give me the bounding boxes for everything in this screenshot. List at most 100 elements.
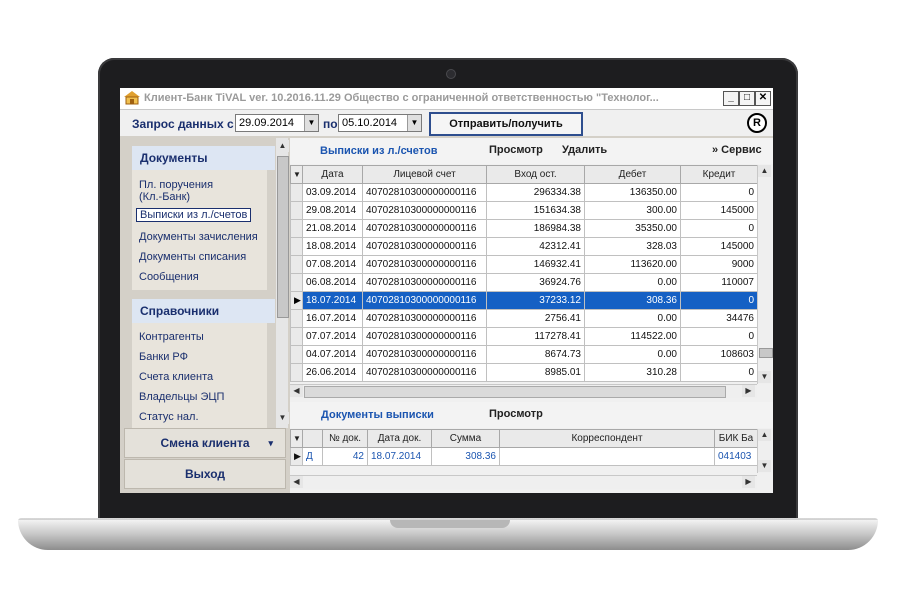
statements-vscrollbar[interactable]: ▲ ▼ <box>757 165 773 384</box>
col-header-doc-date[interactable]: Дата док. <box>367 429 432 448</box>
send-receive-button[interactable]: Отправить/получить <box>429 112 583 136</box>
cell-credit: 108603 <box>680 345 758 364</box>
cell-credit: 9000 <box>680 255 758 274</box>
table-row[interactable]: 29.08.2014 40702810300000000116 151634.38 3… <box>290 201 758 220</box>
table-row[interactable]: 21.08.2014 40702810300000000116 186984.38 3… <box>290 219 758 238</box>
scroll-left-icon[interactable]: ◀ <box>290 476 303 488</box>
date-from-field[interactable]: 29.09.2014 ▼ <box>235 114 319 132</box>
table-row[interactable]: 07.07.2014 40702810300000000116 117278.41 1… <box>290 327 758 346</box>
title-bar: Клиент-Банк TiVAL ver. 10.2016.11.29 Общ… <box>120 88 773 110</box>
table-row[interactable]: 03.09.2014 40702810300000000116 296334.38 1… <box>290 183 758 202</box>
documents-header[interactable]: Документы <box>132 146 275 170</box>
table-row[interactable]: 07.08.2014 40702810300000000116 146932.41 1… <box>290 255 758 274</box>
sidebar-item-statements[interactable]: Выписки из л./счетов <box>136 208 252 222</box>
minimize-button[interactable]: _ <box>723 91 739 106</box>
service-menu-button[interactable]: » Сервис <box>712 144 762 156</box>
docs-vscrollbar[interactable]: ▲ ▼ <box>757 429 772 473</box>
cell-opening-balance: 2756.41 <box>486 309 585 328</box>
change-client-button[interactable]: Смена клиента ▾ <box>124 428 286 458</box>
table-row[interactable]: ▶ Д 42 18.07.2014 308.36 041403 <box>290 447 758 466</box>
scroll-right-icon[interactable]: ▶ <box>742 385 755 397</box>
sidebar-item-signature-owners[interactable]: Владельцы ЭЦП <box>139 391 224 403</box>
col-header-doc-number[interactable]: № док. <box>322 429 368 448</box>
cell-credit: 0 <box>680 363 758 382</box>
cell-account: 40702810300000000116 <box>362 273 487 292</box>
cell-account: 40702810300000000116 <box>362 237 487 256</box>
row-pointer-icon[interactable]: ▶ <box>290 291 303 310</box>
date-from-dropdown-icon[interactable]: ▼ <box>304 115 318 131</box>
statement-docs-view-button[interactable]: Просмотр <box>489 408 543 420</box>
statements-view-button[interactable]: Просмотр <box>489 144 543 156</box>
table-row[interactable]: 04.07.2014 40702810300000000116 8674.73 0.0… <box>290 345 758 364</box>
sidebar-item-contractors[interactable]: Контрагенты <box>139 331 204 343</box>
row-indicator[interactable] <box>290 255 303 274</box>
maximize-button[interactable]: □ <box>739 91 755 106</box>
row-indicator[interactable] <box>290 219 303 238</box>
scroll-right-icon[interactable]: ▶ <box>742 476 755 488</box>
cell-opening-balance: 146932.41 <box>486 255 585 274</box>
scroll-down-icon[interactable]: ▼ <box>276 412 289 424</box>
request-label: Запрос данных с <box>132 117 234 131</box>
table-row[interactable]: 18.08.2014 40702810300000000116 42312.41 32… <box>290 237 758 256</box>
cell-credit: 145000 <box>680 201 758 220</box>
col-header-bik[interactable]: БИК Ба <box>714 429 758 448</box>
scroll-down-icon[interactable]: ▼ <box>758 460 771 472</box>
docs-header-row: ▼ № док. Дата док. Сумма Корреспондент Б… <box>290 429 758 448</box>
scroll-down-icon[interactable]: ▼ <box>758 371 771 383</box>
scroll-up-icon[interactable]: ▲ <box>758 165 771 177</box>
statements-delete-button[interactable]: Удалить <box>562 144 607 156</box>
scroll-up-icon[interactable]: ▲ <box>276 140 289 152</box>
cell-credit: 0 <box>680 219 758 238</box>
cell-opening-balance: 151634.38 <box>486 201 585 220</box>
row-indicator[interactable] <box>290 309 303 328</box>
close-button[interactable]: ✕ <box>755 91 771 106</box>
col-header-credit[interactable]: Кредит <box>680 165 758 184</box>
cell-date: 04.07.2014 <box>302 345 363 364</box>
left-panel-scrollbar[interactable]: ▲ ▼ <box>276 138 289 428</box>
row-indicator[interactable] <box>290 201 303 220</box>
col-header-debit[interactable]: Дебет <box>584 165 681 184</box>
date-to-dropdown-icon[interactable]: ▼ <box>407 115 421 131</box>
sidebar-item-client-accounts[interactable]: Счета клиента <box>139 371 213 383</box>
col-header-opening-balance[interactable]: Вход ост. <box>486 165 585 184</box>
row-indicator[interactable] <box>290 237 303 256</box>
table-row[interactable]: 26.06.2014 40702810300000000116 8985.01 310… <box>290 363 758 382</box>
left-scroll-thumb[interactable] <box>277 156 289 318</box>
scroll-up-icon[interactable]: ▲ <box>758 429 771 441</box>
row-indicator[interactable] <box>290 327 303 346</box>
table-row[interactable]: ▶ 18.07.2014 40702810300000000116 37233.12 3… <box>290 291 758 310</box>
cell-opening-balance: 42312.41 <box>486 237 585 256</box>
table-row[interactable]: 16.07.2014 40702810300000000116 2756.41 0.0… <box>290 309 758 328</box>
col-header-correspondent[interactable]: Корреспондент <box>499 429 715 448</box>
sidebar-item-payment-orders[interactable]: Пл. поручения (Кл.-Банк) <box>139 179 239 203</box>
col-header-account[interactable]: Лицевой счет <box>362 165 487 184</box>
col-header-amount[interactable]: Сумма <box>431 429 500 448</box>
statements-hscrollbar[interactable]: ◀ ▶ <box>290 384 757 398</box>
table-row[interactable]: 06.08.2014 40702810300000000116 36924.76 0.… <box>290 273 758 292</box>
row-indicator[interactable] <box>290 183 303 202</box>
cell-account: 40702810300000000116 <box>362 255 487 274</box>
scroll-thumb[interactable] <box>759 348 773 358</box>
col-header-type[interactable] <box>302 429 323 448</box>
exit-button[interactable]: Выход <box>124 459 286 489</box>
date-to-field[interactable]: 05.10.2014 ▼ <box>338 114 422 132</box>
row-indicator[interactable] <box>290 363 303 382</box>
cell-date: 07.07.2014 <box>302 327 363 346</box>
row-pointer-icon[interactable]: ▶ <box>290 447 303 466</box>
scroll-left-icon[interactable]: ◀ <box>290 385 303 397</box>
row-indicator[interactable] <box>290 273 303 292</box>
sidebar-item-tax-status[interactable]: Статус нал. <box>139 411 199 423</box>
row-indicator[interactable] <box>290 345 303 364</box>
cell-account: 40702810300000000116 <box>362 309 487 328</box>
references-header[interactable]: Справочники <box>132 299 275 323</box>
sidebar-item-messages[interactable]: Сообщения <box>139 271 199 283</box>
column-menu-icon[interactable]: ▼ <box>290 165 303 184</box>
docs-column-menu-icon[interactable]: ▼ <box>290 429 303 448</box>
docs-hscrollbar[interactable]: ◀ ▶ <box>290 475 757 489</box>
sidebar-item-banks[interactable]: Банки РФ <box>139 351 188 363</box>
sidebar-item-credit-docs[interactable]: Документы зачисления <box>139 231 258 243</box>
h-scroll-thumb[interactable] <box>304 386 726 398</box>
col-header-date[interactable]: Дата <box>302 165 363 184</box>
cell-opening-balance: 296334.38 <box>486 183 585 202</box>
sidebar-item-debit-docs[interactable]: Документы списания <box>139 251 246 263</box>
